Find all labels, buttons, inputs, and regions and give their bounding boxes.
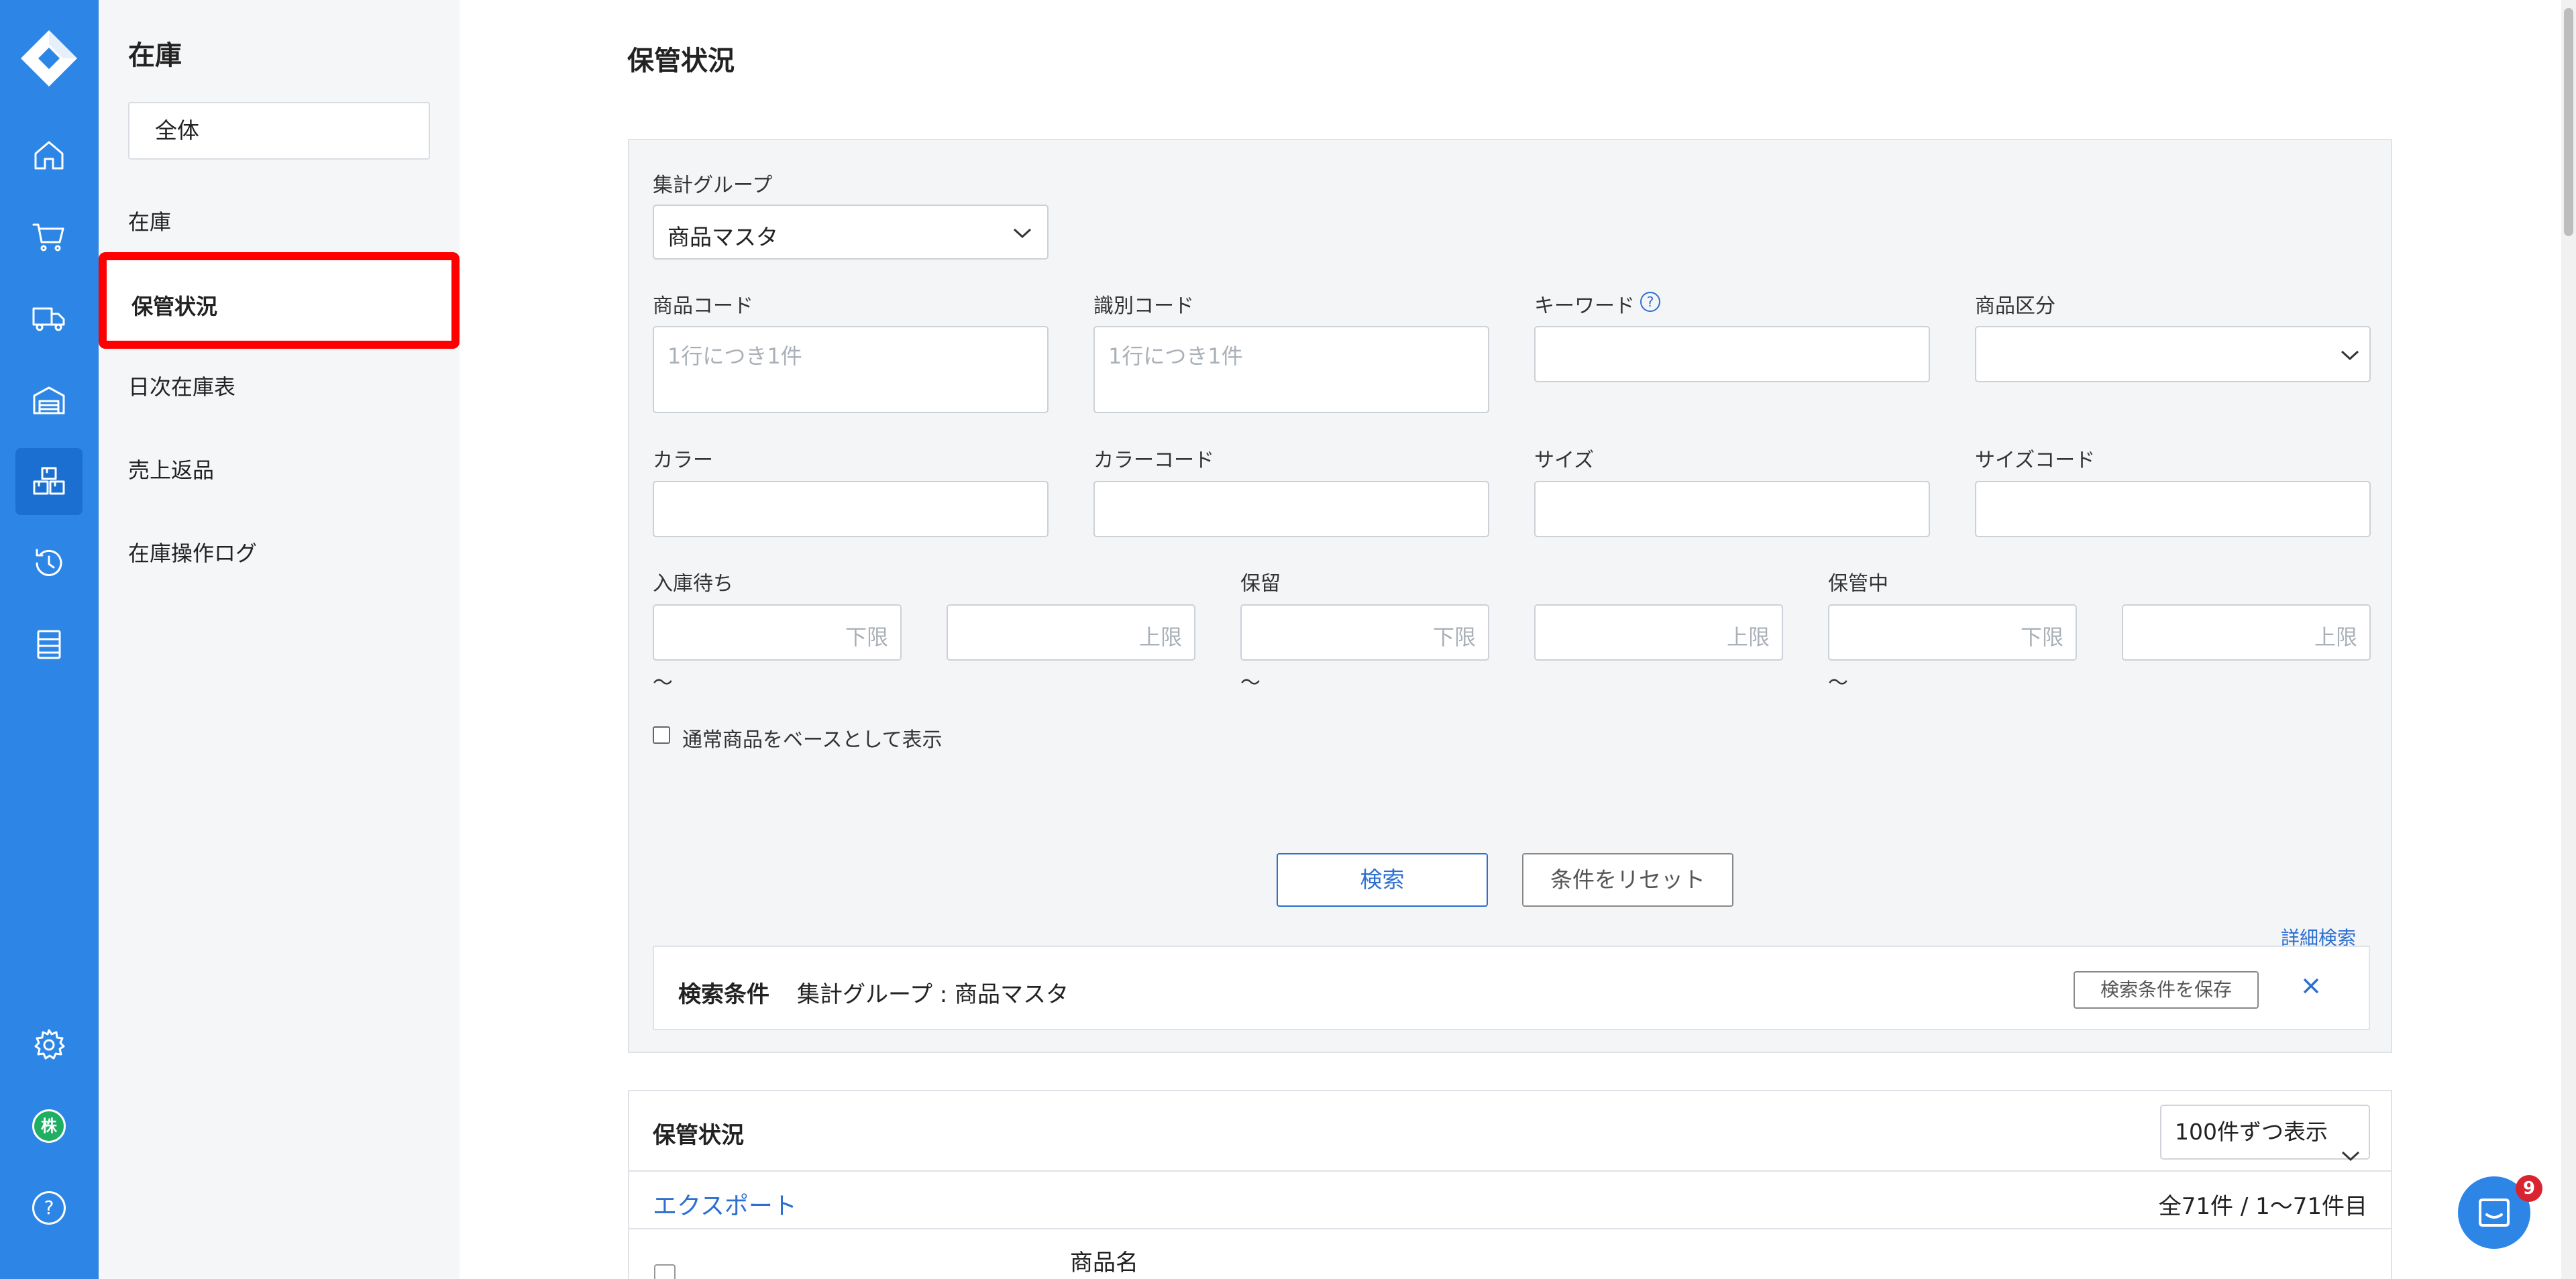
identify-code-placeholder: 1行につき1件 (1108, 343, 1243, 369)
max-placeholder: 上限 (1726, 624, 1770, 650)
app-logo-icon[interactable] (18, 27, 80, 90)
keyword-input[interactable] (1534, 326, 1930, 382)
group-label: 集計グループ (653, 174, 773, 197)
search-condition-text: 集計グループ : 商品マスタ (797, 981, 1069, 1008)
page-scrollbar[interactable] (2561, 0, 2576, 1279)
in-storage-max-input[interactable]: 上限 (2122, 604, 2371, 661)
home-icon[interactable] (15, 121, 83, 188)
per-page-value: 100件ずつ表示 (2175, 1119, 2328, 1145)
range-separator: 〜 (1828, 671, 1848, 695)
chevron-down-icon (2341, 1128, 2360, 1162)
warehouse-icon[interactable] (15, 366, 83, 433)
scrollbar-thumb[interactable] (2564, 8, 2573, 236)
results-title: 保管状況 (653, 1122, 744, 1149)
export-link[interactable]: エクスポート (653, 1186, 797, 1221)
history-icon[interactable] (15, 530, 83, 597)
sidebar-item-label: 保管状況 (131, 294, 218, 319)
in-storage-label: 保管中 (1828, 572, 1888, 596)
awaiting-arrival-label: 入庫待ち (653, 572, 733, 596)
select-all-checkbox[interactable] (654, 1264, 676, 1279)
min-placeholder: 下限 (1432, 624, 1476, 650)
chat-unread-badge: 9 (2516, 1175, 2542, 1202)
sidebar-item-daily-inventory[interactable]: 日次在庫表 (128, 370, 235, 401)
column-header-product-name[interactable]: 商品名 (1070, 1244, 1138, 1277)
on-hold-max-input[interactable]: 上限 (1534, 604, 1783, 661)
sidebar-item-storage-status[interactable]: 保管状況 (99, 252, 460, 349)
inventory-boxes-icon[interactable] (15, 448, 83, 515)
group-select[interactable]: 商品マスタ (653, 205, 1049, 260)
size-input[interactable] (1534, 481, 1930, 537)
company-avatar[interactable]: 株 (15, 1093, 83, 1160)
chat-icon (2479, 1199, 2510, 1227)
results-panel: 保管状況 100件ずつ表示 エクスポート 全71件 / 1〜71件目 商品名 (628, 1090, 2392, 1279)
color-code-label: カラーコード (1093, 449, 1214, 472)
chevron-down-icon (1013, 228, 1032, 239)
icon-rail: 株 ? (0, 0, 99, 1279)
range-separator: 〜 (1240, 671, 1260, 695)
gear-icon[interactable] (15, 1011, 83, 1078)
min-placeholder: 下限 (845, 624, 888, 650)
sidebar-item-sales-returns[interactable]: 売上返品 (128, 453, 214, 484)
sidebar-title: 在庫 (128, 40, 182, 71)
product-code-label: 商品コード (653, 294, 753, 318)
search-button[interactable]: 検索 (1277, 853, 1488, 907)
color-label: カラー (653, 449, 713, 472)
save-condition-button[interactable]: 検索条件を保存 (2074, 971, 2259, 1009)
sidebar-item-inventory[interactable]: 在庫 (128, 205, 171, 236)
on-hold-label: 保留 (1240, 572, 1281, 596)
chevron-down-icon (2341, 350, 2359, 361)
group-select-value: 商品マスタ (667, 224, 778, 250)
color-code-input[interactable] (1093, 481, 1489, 537)
max-placeholder: 上限 (1138, 624, 1182, 650)
results-toolbar: エクスポート 全71件 / 1〜71件目 (629, 1172, 2391, 1229)
product-category-label: 商品区分 (1975, 294, 2055, 318)
sidebar-item-operation-log[interactable]: 在庫操作ログ (128, 537, 257, 567)
scope-select[interactable]: 全体 (128, 102, 430, 160)
search-condition-bar: 検索条件 集計グループ : 商品マスタ 検索条件を保存 (653, 946, 2370, 1030)
awaiting-arrival-max-input[interactable]: 上限 (947, 604, 1195, 661)
on-hold-min-input[interactable]: 下限 (1240, 604, 1489, 661)
identify-code-textarea[interactable]: 1行につき1件 (1093, 326, 1489, 413)
product-code-textarea[interactable]: 1行につき1件 (653, 326, 1049, 413)
help-icon[interactable]: ? (15, 1174, 83, 1241)
color-input[interactable] (653, 481, 1049, 537)
page-title: 保管状況 (627, 46, 735, 76)
product-category-select[interactable] (1975, 326, 2371, 382)
base-product-checkbox[interactable] (653, 726, 670, 744)
size-label: サイズ (1534, 449, 1595, 472)
min-placeholder: 下限 (2020, 624, 2063, 650)
max-placeholder: 上限 (2314, 624, 2357, 650)
sidebar: 在庫 全体 在庫 保管状況 日次在庫表 売上返品 在庫操作ログ (99, 0, 460, 1279)
keyword-label: キーワード (1534, 294, 1635, 318)
close-icon[interactable] (2298, 972, 2324, 999)
search-condition-label: 検索条件 (678, 981, 769, 1008)
results-header: 保管状況 100件ずつ表示 (629, 1091, 2391, 1172)
result-count: 全71件 / 1〜71件目 (2158, 1193, 2367, 1220)
list-icon[interactable] (15, 611, 83, 678)
cart-icon[interactable] (15, 203, 83, 270)
product-code-placeholder: 1行につき1件 (667, 343, 802, 369)
base-product-checkbox-label: 通常商品をベースとして表示 (682, 728, 943, 752)
size-code-input[interactable] (1975, 481, 2371, 537)
filter-panel: 集計グループ 商品マスタ 商品コード 1行につき1件 識別コード 1行につき1件… (628, 139, 2392, 1053)
per-page-select[interactable]: 100件ずつ表示 (2160, 1105, 2370, 1162)
identify-code-label: 識別コード (1093, 294, 1194, 318)
question-circle-icon[interactable]: ? (1640, 292, 1660, 312)
truck-icon[interactable] (15, 284, 83, 351)
main-content: 保管状況 集計グループ 商品マスタ 商品コード 1行につき1件 識別コード 1行… (460, 0, 2576, 1279)
in-storage-min-input[interactable]: 下限 (1828, 604, 2077, 661)
range-separator: 〜 (653, 671, 673, 695)
reset-button[interactable]: 条件をリセット (1522, 853, 1733, 907)
size-code-label: サイズコード (1975, 449, 2096, 472)
awaiting-arrival-min-input[interactable]: 下限 (653, 604, 902, 661)
